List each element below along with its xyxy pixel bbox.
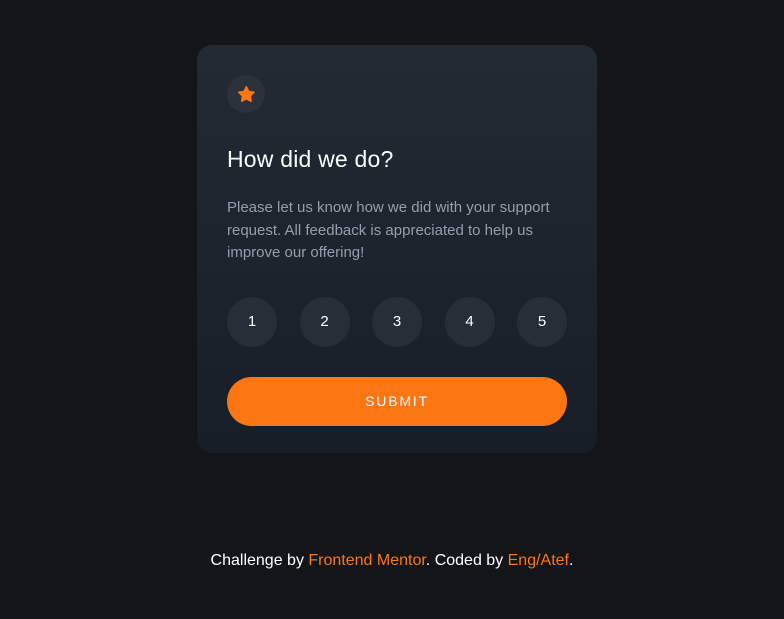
rating-button-3[interactable]: 3 [372,296,422,347]
rating-button-5[interactable]: 5 [517,296,567,347]
rating-button-4[interactable]: 4 [444,296,495,347]
rating-card: How did we do? Please let us know how we… [197,45,597,453]
author-link[interactable]: Eng/Atef [508,552,569,569]
star-icon [237,86,255,102]
footer-suffix: . [569,552,574,569]
footer-prefix: Challenge by [210,552,309,569]
frontend-mentor-link[interactable]: Frontend Mentor [308,552,425,569]
card-title: How did we do? [227,146,394,172]
footer-middle: . Coded by [425,552,508,569]
card-description: Please let us know how we did with your … [227,199,550,261]
rating-button-2[interactable]: 2 [299,296,350,347]
rating-options: 1 2 3 4 5 [227,296,567,347]
attribution-footer: Challenge by Frontend Mentor. Coded by E… [0,550,784,572]
rating-button-1[interactable]: 1 [227,296,277,347]
star-icon-badge [227,75,265,113]
submit-button[interactable]: SUBMIT [227,376,567,426]
